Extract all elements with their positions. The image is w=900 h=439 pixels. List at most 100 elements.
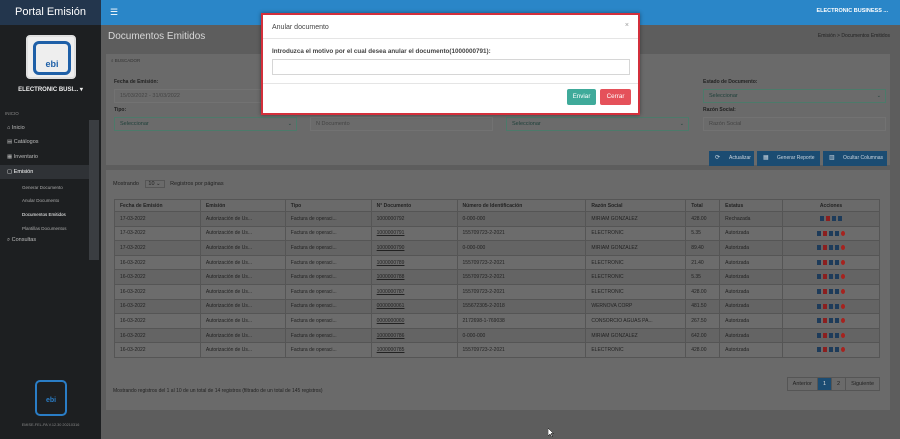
- col-emision[interactable]: Emisión: [199, 199, 286, 212]
- hide-columns-button[interactable]: ▥ Ocultar Columnas: [823, 151, 887, 166]
- download-icon[interactable]: [835, 230, 840, 236]
- modal-title: Anular documento: [272, 24, 329, 31]
- cancel-icon[interactable]: [841, 274, 846, 280]
- cell-documento[interactable]: 0000000061: [370, 298, 458, 315]
- col-razon-social[interactable]: Razón Social: [585, 199, 687, 212]
- xml-icon[interactable]: [823, 303, 828, 309]
- xml-icon[interactable]: [823, 288, 828, 294]
- pdf-icon[interactable]: [817, 230, 822, 236]
- pdf-icon[interactable]: [817, 259, 822, 265]
- email-icon[interactable]: [829, 259, 834, 265]
- xml-icon[interactable]: [823, 332, 828, 338]
- razon-social-input[interactable]: Razón Social: [703, 117, 886, 131]
- generate-report-button[interactable]: ▦ Generar Reporte: [757, 151, 820, 166]
- cell-documento[interactable]: 1000000791: [370, 225, 458, 242]
- xml-icon[interactable]: [823, 259, 828, 265]
- third-select[interactable]: Seleccionar ⌄: [506, 117, 689, 131]
- cancel-icon[interactable]: [841, 347, 846, 353]
- sidebar-scrollbar[interactable]: [89, 120, 99, 260]
- sidebar-subitem-emitidos[interactable]: Documentos Emitidos: [22, 212, 66, 217]
- estado-select[interactable]: Seleccionar ⌄: [703, 89, 886, 103]
- cancel-icon[interactable]: [841, 245, 846, 251]
- pdf-icon[interactable]: [817, 274, 822, 280]
- download-icon[interactable]: [835, 259, 840, 265]
- filter-header-label: BUSCADOR: [114, 58, 141, 63]
- pagination-page-1[interactable]: 1: [816, 377, 832, 391]
- close-icon[interactable]: ×: [625, 22, 629, 29]
- pdf-icon[interactable]: [820, 215, 825, 221]
- sidebar-subitem-generar[interactable]: Generar Documento: [22, 185, 63, 190]
- email-icon[interactable]: [829, 347, 834, 353]
- tipo-select[interactable]: Seleccionar ⌄: [114, 117, 297, 131]
- xml-icon[interactable]: [823, 245, 828, 251]
- col-identificacion[interactable]: Número de Identificación: [456, 199, 587, 212]
- sidebar-subitem-anular[interactable]: Anular Documento: [22, 198, 59, 203]
- cell-documento[interactable]: 1000000786: [370, 327, 458, 344]
- cell-documento[interactable]: 1000000790: [370, 240, 458, 256]
- email-icon[interactable]: [829, 245, 834, 251]
- download-icon[interactable]: [835, 347, 840, 353]
- sidebar-item-inicio[interactable]: ⌂ Inicio: [0, 121, 89, 135]
- document-number-input[interactable]: N Documento: [310, 117, 493, 131]
- col-fecha[interactable]: Fecha de Emisión: [114, 199, 201, 212]
- page-size-select[interactable]: 10 ⌄: [144, 180, 165, 188]
- email-icon[interactable]: [829, 288, 834, 294]
- tipo-label: Tipo:: [114, 107, 127, 113]
- cell-documento[interactable]: 1000000787: [370, 283, 458, 300]
- col-estatus[interactable]: Estatus: [719, 199, 784, 212]
- send-button[interactable]: Enviar: [567, 89, 596, 105]
- col-total[interactable]: Total: [685, 199, 721, 212]
- refresh-button[interactable]: ⟳ Actualizar: [709, 151, 754, 166]
- download-icon[interactable]: [835, 303, 840, 309]
- pagination-prev[interactable]: Anterior: [786, 377, 818, 391]
- download-icon[interactable]: [838, 215, 843, 221]
- pdf-icon[interactable]: [817, 288, 822, 294]
- cancel-icon[interactable]: [841, 288, 846, 294]
- sidebar-item-emision[interactable]: ▢ Emisión: [0, 165, 89, 179]
- col-tipo[interactable]: Tipo: [284, 199, 372, 212]
- cell-documento[interactable]: 1000000788: [370, 269, 458, 285]
- xml-icon[interactable]: [823, 230, 828, 236]
- email-icon[interactable]: [829, 318, 834, 324]
- email-icon[interactable]: [832, 215, 837, 221]
- download-icon[interactable]: [835, 332, 840, 338]
- menu-toggle-icon[interactable]: ☰: [110, 8, 118, 17]
- close-button[interactable]: Cerrar: [600, 89, 631, 105]
- xml-icon[interactable]: [823, 347, 828, 353]
- sidebar-item-inventario[interactable]: ▦ Inventario: [0, 150, 89, 164]
- sidebar-item-catalogos[interactable]: ▤ Catálogos: [0, 135, 89, 149]
- pdf-icon[interactable]: [817, 303, 822, 309]
- cell-documento[interactable]: 1000000792: [370, 211, 458, 227]
- email-icon[interactable]: [829, 230, 834, 236]
- pagination-next[interactable]: Siguiente: [845, 377, 880, 391]
- pdf-icon[interactable]: [817, 245, 822, 251]
- xml-icon[interactable]: [826, 215, 831, 221]
- email-icon[interactable]: [829, 274, 834, 280]
- reason-input[interactable]: [272, 59, 630, 75]
- xml-icon[interactable]: [823, 318, 828, 324]
- sidebar-subitem-plantillas[interactable]: Plantillas Documentos: [22, 226, 67, 231]
- cell-documento[interactable]: 1000000789: [370, 254, 458, 271]
- cancel-icon[interactable]: [841, 259, 846, 265]
- pdf-icon[interactable]: [817, 332, 822, 338]
- company-selector[interactable]: ELECTRONIC BUSI... ▾: [0, 86, 101, 93]
- download-icon[interactable]: [835, 245, 840, 251]
- email-icon[interactable]: [829, 303, 834, 309]
- pdf-icon[interactable]: [817, 347, 822, 353]
- cancel-icon[interactable]: [841, 318, 846, 324]
- cancel-icon[interactable]: [841, 230, 846, 236]
- col-documento[interactable]: N° Documento: [370, 199, 458, 212]
- cancel-icon[interactable]: [841, 303, 846, 309]
- email-icon[interactable]: [829, 332, 834, 338]
- download-icon[interactable]: [835, 288, 840, 294]
- download-icon[interactable]: [835, 274, 840, 280]
- cell-documento[interactable]: 1000000785: [370, 342, 458, 358]
- user-menu[interactable]: ELECTRONIC BUSINESS ...: [816, 8, 888, 14]
- sidebar-item-consultas[interactable]: ⌕ Consultas: [0, 233, 89, 247]
- cancel-icon[interactable]: [841, 332, 846, 338]
- pdf-icon[interactable]: [817, 318, 822, 324]
- download-icon[interactable]: [835, 318, 840, 324]
- pagination-page-2[interactable]: 2: [831, 377, 847, 391]
- xml-icon[interactable]: [823, 274, 828, 280]
- cell-documento[interactable]: 0000000060: [370, 313, 458, 329]
